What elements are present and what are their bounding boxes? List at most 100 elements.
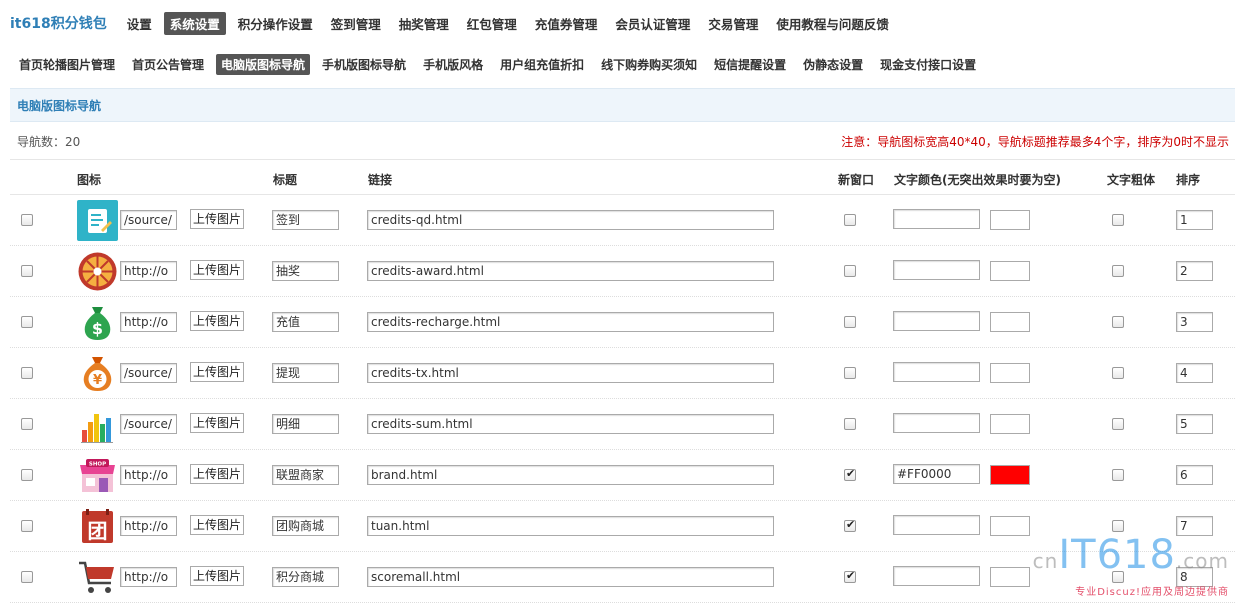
sub-nav-item[interactable]: 手机版风格: [418, 54, 488, 75]
new-window-checkbox[interactable]: [844, 518, 856, 532]
text-color-input[interactable]: [893, 362, 980, 382]
nav-title-input[interactable]: 充值: [272, 312, 339, 332]
nav-title-input[interactable]: 提现: [272, 363, 339, 383]
nav-link-input[interactable]: credits-award.html: [367, 261, 774, 281]
sub-nav-item[interactable]: 首页轮播图片管理: [14, 54, 120, 75]
nav-title-input[interactable]: 团购商城: [272, 516, 339, 536]
color-picker-swatch[interactable]: [990, 312, 1030, 332]
icon-path-input[interactable]: /source/: [120, 210, 177, 230]
sub-nav-item[interactable]: 现金支付接口设置: [875, 54, 981, 75]
section-header: 电脑版图标导航: [10, 88, 1235, 122]
top-nav-item[interactable]: 交易管理: [702, 12, 764, 35]
row-select-checkbox[interactable]: [21, 571, 33, 583]
nav-title-input[interactable]: 抽奖: [272, 261, 339, 281]
text-color-input[interactable]: [893, 515, 980, 535]
nav-link-input[interactable]: brand.html: [367, 465, 774, 485]
color-picker-swatch[interactable]: [990, 261, 1030, 281]
sort-order-input[interactable]: 4: [1176, 363, 1213, 383]
top-nav-item[interactable]: 会员认证管理: [609, 12, 696, 35]
upload-image-button[interactable]: 上传图片: [190, 311, 244, 331]
sub-nav-item[interactable]: 电脑版图标导航: [216, 53, 311, 75]
color-picker-swatch[interactable]: [990, 414, 1030, 434]
new-window-checkbox[interactable]: [844, 467, 856, 481]
icon-path-input[interactable]: http://o: [120, 465, 177, 485]
top-nav-item[interactable]: 积分操作设置: [232, 12, 319, 35]
top-nav-item[interactable]: 设置: [121, 12, 158, 35]
nav-link-input[interactable]: scoremall.html: [367, 567, 774, 587]
nav-link-input[interactable]: credits-recharge.html: [367, 312, 774, 332]
nav-title-input[interactable]: 明细: [272, 414, 339, 434]
sub-nav-item[interactable]: 短信提醒设置: [709, 54, 791, 75]
row-select-checkbox[interactable]: [21, 214, 33, 226]
upload-image-button[interactable]: 上传图片: [190, 464, 244, 484]
top-nav-item[interactable]: 红包管理: [461, 12, 523, 35]
icon-path-input[interactable]: http://o: [120, 516, 177, 536]
nav-title-input[interactable]: 积分商城: [272, 567, 339, 587]
text-color-input[interactable]: #FF0000: [893, 464, 980, 484]
text-color-input[interactable]: [893, 413, 980, 433]
top-nav-item[interactable]: 签到管理: [325, 12, 387, 35]
app-brand[interactable]: it618积分钱包: [10, 13, 107, 33]
sub-nav-item[interactable]: 手机版图标导航: [317, 54, 411, 75]
row-select-checkbox[interactable]: [21, 265, 33, 277]
text-color-input[interactable]: [893, 566, 980, 586]
new-window-checkbox[interactable]: [844, 569, 856, 583]
row-select-checkbox[interactable]: [21, 418, 33, 430]
nav-link-input[interactable]: credits-sum.html: [367, 414, 774, 434]
sub-nav-item[interactable]: 用户组充值折扣: [495, 54, 589, 75]
top-nav-item[interactable]: 抽奖管理: [393, 12, 455, 35]
color-picker-swatch[interactable]: [990, 567, 1030, 587]
sort-order-input[interactable]: 5: [1176, 414, 1213, 434]
row-select-checkbox[interactable]: [21, 316, 33, 328]
color-picker-swatch[interactable]: [990, 210, 1030, 230]
upload-image-button[interactable]: 上传图片: [190, 362, 244, 382]
upload-image-button[interactable]: 上传图片: [190, 260, 244, 280]
bold-text-checkbox[interactable]: [1112, 520, 1124, 532]
sub-nav-item[interactable]: 伪静态设置: [798, 54, 868, 75]
top-nav-item[interactable]: 充值券管理: [529, 12, 604, 35]
row-select-checkbox[interactable]: [21, 520, 33, 532]
icon-path-input[interactable]: /source/: [120, 414, 177, 434]
new-window-checkbox[interactable]: [844, 214, 856, 226]
icon-path-input[interactable]: http://o: [120, 567, 177, 587]
sub-nav-item[interactable]: 首页公告管理: [127, 54, 209, 75]
text-color-input[interactable]: [893, 209, 980, 229]
upload-image-button[interactable]: 上传图片: [190, 515, 244, 535]
sort-order-input[interactable]: 2: [1176, 261, 1213, 281]
bold-text-checkbox[interactable]: [1112, 265, 1124, 277]
row-select-checkbox[interactable]: [21, 469, 33, 481]
icon-path-input[interactable]: http://o: [120, 261, 177, 281]
text-color-input[interactable]: [893, 311, 980, 331]
nav-link-input[interactable]: tuan.html: [367, 516, 774, 536]
new-window-checkbox[interactable]: [844, 418, 856, 430]
sort-order-input[interactable]: 1: [1176, 210, 1213, 230]
bold-text-checkbox[interactable]: [1112, 418, 1124, 430]
color-picker-swatch[interactable]: [990, 516, 1030, 536]
sub-nav: 首页轮播图片管理 首页公告管理 电脑版图标导航 手机版图标导航 手机版风格 用户组充值折扣…: [0, 52, 1235, 76]
nav-link-input[interactable]: credits-qd.html: [367, 210, 774, 230]
top-nav-item[interactable]: 使用教程与问题反馈: [770, 12, 895, 35]
upload-image-button[interactable]: 上传图片: [190, 209, 244, 229]
bold-text-checkbox[interactable]: [1112, 214, 1124, 226]
nav-title-input[interactable]: 联盟商家: [272, 465, 339, 485]
new-window-checkbox[interactable]: [844, 316, 856, 328]
text-color-input[interactable]: [893, 260, 980, 280]
top-nav-item[interactable]: 系统设置: [163, 11, 226, 35]
new-window-checkbox[interactable]: [844, 367, 856, 379]
color-picker-swatch[interactable]: [990, 465, 1030, 485]
bold-text-checkbox[interactable]: [1112, 316, 1124, 328]
upload-image-button[interactable]: 上传图片: [190, 413, 244, 433]
new-window-checkbox[interactable]: [844, 265, 856, 277]
color-picker-swatch[interactable]: [990, 363, 1030, 383]
bold-text-checkbox[interactable]: [1112, 469, 1124, 481]
sub-nav-item[interactable]: 线下购券购买须知: [596, 54, 702, 75]
sort-order-input[interactable]: 6: [1176, 465, 1213, 485]
nav-title-input[interactable]: 签到: [272, 210, 339, 230]
sort-order-input[interactable]: 3: [1176, 312, 1213, 332]
upload-image-button[interactable]: 上传图片: [190, 566, 244, 586]
bold-text-checkbox[interactable]: [1112, 367, 1124, 379]
icon-path-input[interactable]: http://o: [120, 312, 177, 332]
row-select-checkbox[interactable]: [21, 367, 33, 379]
icon-path-input[interactable]: /source/: [120, 363, 177, 383]
nav-link-input[interactable]: credits-tx.html: [367, 363, 774, 383]
